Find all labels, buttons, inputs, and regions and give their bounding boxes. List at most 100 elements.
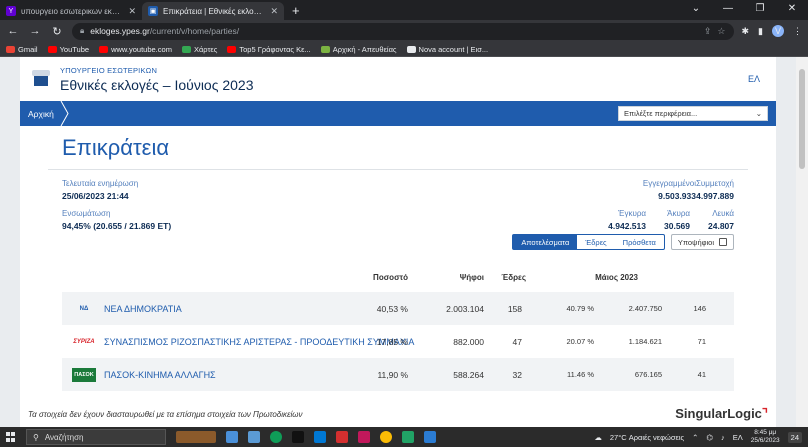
candidates-label: Υποψήφιοι (677, 237, 714, 247)
table-row[interactable]: ΣΥΡΙΖΑ ΣΥΝΑΣΠΙΣΜΟΣ ΡΙΖΟΣΠΑΣΤΙΚΗΣ ΑΡΙΣΤΕΡ… (62, 325, 734, 358)
profile-avatar[interactable]: V (772, 25, 784, 37)
excel-icon[interactable] (402, 431, 414, 443)
turnout-value: 4.997.889 (696, 191, 734, 201)
turnout-label: Συμμετοχή (695, 179, 734, 188)
windows-start-icon[interactable] (6, 432, 16, 442)
menu-dots-icon[interactable]: ⋮ (793, 26, 802, 37)
brand-text: SingularLogic (675, 406, 762, 421)
may-votes-value: 676.165 (634, 370, 662, 379)
notifications-badge[interactable]: 24 (787, 431, 802, 443)
language-switch[interactable]: ΕΛ (748, 74, 760, 84)
new-tab-button[interactable]: + (284, 3, 308, 20)
tab-seats[interactable]: Έδρες (577, 235, 614, 249)
maps-icon (181, 45, 191, 53)
ballot-box-logo-icon[interactable] (32, 70, 50, 88)
candidates-checkbox[interactable] (719, 238, 727, 246)
bookmark-live[interactable]: Αρχική - Απευθείας (320, 44, 397, 54)
region-select-value: Επιλέξτε περιφέρεια... (624, 109, 698, 118)
region-select[interactable]: Επιλέξτε περιφέρεια... ⌄ (618, 106, 768, 121)
party-name[interactable]: ΣΥΝΑΣΠΙΣΜΟΣ ΡΙΖΟΣΠΑΣΤΙΚΗΣ ΑΡΙΣΤΕΡΑΣ - ΠΡ… (104, 337, 414, 347)
may-votes-value: 2.407.750 (628, 304, 662, 313)
bookmark-youtube[interactable]: YouTube (47, 44, 90, 54)
results-table: ΝΔ ΝΕΑ ΔΗΜΟΚΡΑΤΙΑ 40,53 % 2.003.104 158 … (62, 292, 734, 391)
percent-value: 11,90 % (377, 369, 408, 380)
tab-results[interactable]: Αποτελέσματα (513, 235, 578, 249)
network-icon[interactable]: ⌬ (706, 433, 713, 442)
weather-text[interactable]: 27°C Αραιές νεφώσεις (610, 433, 684, 442)
clock[interactable]: 8:45 μμ 25/6/2023 (751, 429, 780, 445)
url-input[interactable]: 🔒︎ ekloges.ypes.gr/current/v/home/partie… (72, 22, 734, 40)
bookmark-maps[interactable]: Χάρτες (181, 45, 217, 54)
reload-icon[interactable]: ↻ (50, 25, 64, 38)
pasok-logo-icon: ΠΑΣΟΚ (72, 367, 96, 382)
bookmark-youtube-www[interactable]: www.youtube.com (99, 45, 172, 54)
star-icon[interactable]: ☆ (717, 26, 725, 37)
bookmark-label: YouTube (59, 44, 90, 54)
task-view-icon[interactable] (226, 431, 238, 443)
edge-icon[interactable] (270, 431, 282, 443)
pdf-icon[interactable] (336, 431, 348, 443)
close-window-icon[interactable]: ✕ (776, 0, 808, 20)
youtube-icon (47, 45, 57, 53)
may-seats-value: 71 (697, 337, 706, 346)
last-update-label: Τελευταία ενημέρωση (62, 179, 139, 188)
scrollbar-thumb[interactable] (799, 69, 805, 169)
clock-time: 8:45 μμ (754, 429, 777, 436)
search-icon: ⚲ (33, 432, 39, 442)
chrome-icon[interactable] (380, 431, 392, 443)
chevron-down-icon[interactable]: ⌄ (680, 0, 712, 20)
votes-value: 588.264 (453, 369, 484, 380)
yahoo-icon: Y (6, 6, 16, 16)
brand-mark-icon: ⌝ (761, 406, 768, 421)
taskbar-search[interactable]: ⚲ Αναζήτηση (26, 429, 166, 445)
mail-icon[interactable] (314, 431, 326, 443)
page-viewport: ΥΠΟΥΡΓΕΙΟ ΕΣΩΤΕΡΙΚΩΝ Εθνικές εκλογές – Ι… (0, 57, 808, 427)
bookmark-label: Αρχική - Απευθείας (332, 44, 397, 54)
url-path: /current/v/home/parties/ (149, 26, 240, 36)
tiktok-icon[interactable] (292, 431, 304, 443)
site-title[interactable]: Εθνικές εκλογές – Ιούνιος 2023 (60, 77, 254, 93)
maximize-icon[interactable]: ❐ (744, 0, 776, 20)
header-votes: Ψήφοι (459, 273, 484, 282)
extensions-icon[interactable]: ✱ (742, 26, 750, 37)
tab-title: Επικράτεια | Εθνικές εκλογές – Ιο (163, 6, 265, 16)
weather-icon[interactable]: ☁ (594, 433, 602, 442)
chevron-up-icon[interactable]: ⌃ (692, 433, 698, 442)
candidates-toggle[interactable]: Υποψήφιοι (670, 234, 734, 250)
tab-ekloges[interactable]: ▣ Επικράτεια | Εθνικές εκλογές – Ιο ✕ (142, 2, 284, 20)
taskbar-apps (176, 431, 436, 443)
nova-icon (406, 45, 416, 53)
forward-icon[interactable]: → (28, 25, 42, 37)
app-icon[interactable] (358, 431, 370, 443)
news-widget-icon[interactable] (176, 431, 216, 443)
browser-tab-bar: Y υπουργειο εσωτερικων εκλογες - ✕ ▣ Επι… (0, 0, 808, 20)
close-tab-icon[interactable]: ✕ (270, 6, 278, 17)
windows-taskbar: ⚲ Αναζήτηση ☁ 27°C Αραιές νεφώσεις ⌃ ⌬ ♪… (0, 427, 808, 447)
calculator-icon[interactable] (248, 431, 260, 443)
page-scrollbar[interactable] (796, 57, 808, 427)
integrated-label: Ενσωμάτωση (62, 209, 111, 218)
volume-icon[interactable]: ♪ (721, 433, 725, 442)
gmail-icon (6, 45, 15, 53)
party-name[interactable]: ΠΑΣΟΚ-ΚΙΝΗΜΑ ΑΛΛΑΓΗΣ (104, 370, 216, 380)
bookmarks-bar: Gmail YouTube www.youtube.com Χάρτες Top… (0, 42, 808, 57)
seats-value: 32 (512, 369, 522, 380)
bookmark-gmail[interactable]: Gmail (6, 45, 38, 54)
bookmark-nova[interactable]: Nova account | Εισ... (406, 45, 488, 54)
tab-yahoo-search[interactable]: Y υπουργειο εσωτερικων εκλογες - ✕ (0, 2, 142, 20)
minimize-icon[interactable]: — (712, 0, 744, 20)
back-icon[interactable]: ← (6, 25, 20, 37)
party-name[interactable]: ΝΕΑ ΔΗΜΟΚΡΑΤΙΑ (104, 304, 182, 314)
side-panel-icon[interactable]: ▮ (758, 26, 763, 37)
table-row[interactable]: ΝΔ ΝΕΑ ΔΗΜΟΚΡΑΤΙΑ 40,53 % 2.003.104 158 … (62, 292, 734, 325)
share-icon[interactable]: ⇪ (704, 26, 712, 37)
bookmark-top5[interactable]: Top5 Γράφοντας Κε... (227, 45, 311, 54)
chevron-down-icon: ⌄ (755, 109, 762, 118)
lock-icon[interactable]: 🔒︎ (80, 26, 84, 36)
percent-value: 40,53 % (376, 303, 408, 314)
close-tab-icon[interactable]: ✕ (128, 6, 136, 17)
keyboard-language[interactable]: ΕΛ (733, 433, 743, 442)
table-row[interactable]: ΠΑΣΟΚ ΠΑΣΟΚ-ΚΙΝΗΜΑ ΑΛΛΑΓΗΣ 11,90 % 588.2… (62, 358, 734, 391)
tab-extra[interactable]: Πρόσθετα (615, 235, 664, 249)
word-icon[interactable] (424, 431, 436, 443)
